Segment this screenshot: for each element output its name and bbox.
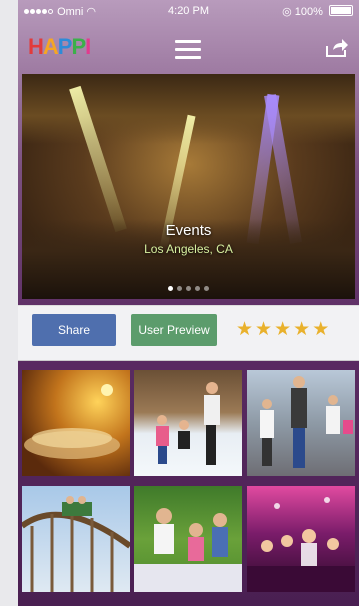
phone-screen: Omni ◠ 4:20 PM ◎ 100% HAPPI Events Los A… [18, 0, 359, 606]
tile-picnic-family[interactable] [134, 486, 242, 592]
star-icon[interactable]: ★ [255, 319, 274, 340]
gallery-image [24, 384, 120, 459]
alarm-icon: ◎ [282, 6, 292, 18]
pager-dot[interactable] [204, 286, 209, 291]
tile-shopping-family[interactable] [247, 370, 355, 476]
nav-bar: HAPPI [18, 24, 359, 72]
carousel-pager[interactable] [22, 278, 355, 296]
pager-dot[interactable] [195, 286, 200, 291]
star-icon[interactable]: ★ [236, 319, 255, 340]
battery-icon [329, 5, 353, 16]
hero-carousel[interactable]: Events Los Angeles, CA [22, 74, 355, 299]
app-logo[interactable]: HAPPI [28, 34, 91, 60]
star-icon[interactable]: ★ [274, 319, 293, 340]
action-panel: Share User Preview ★★★★★ [18, 305, 359, 361]
battery-label: 100% [294, 6, 323, 18]
pager-dot[interactable] [186, 286, 191, 291]
star-icon[interactable]: ★ [312, 319, 331, 340]
star-icon[interactable]: ★ [293, 319, 312, 340]
share-arrow-icon[interactable] [325, 38, 349, 58]
tile-night-party[interactable] [247, 486, 355, 592]
tile-roller-coaster[interactable] [22, 486, 130, 592]
tile-golden-stage[interactable] [22, 370, 130, 476]
hamburger-menu-icon[interactable] [175, 40, 201, 60]
gallery-image [22, 496, 130, 592]
pager-dot[interactable] [177, 286, 182, 291]
status-bar: Omni ◠ 4:20 PM ◎ 100% [18, 0, 359, 22]
tile-ice-skating[interactable] [134, 370, 242, 476]
battery-indicator: ◎ 100% [282, 5, 353, 18]
gallery-image [260, 376, 353, 468]
user-preview-button[interactable]: User Preview [131, 314, 217, 346]
share-button[interactable]: Share [32, 314, 116, 346]
gallery-image [247, 497, 355, 592]
gallery-image [156, 382, 220, 465]
hero-location: Los Angeles, CA [144, 242, 233, 256]
pager-dot[interactable] [168, 286, 173, 291]
star-rating[interactable]: ★★★★★ [236, 318, 331, 341]
hero-title: Events [165, 222, 212, 239]
gallery-image [134, 508, 242, 592]
